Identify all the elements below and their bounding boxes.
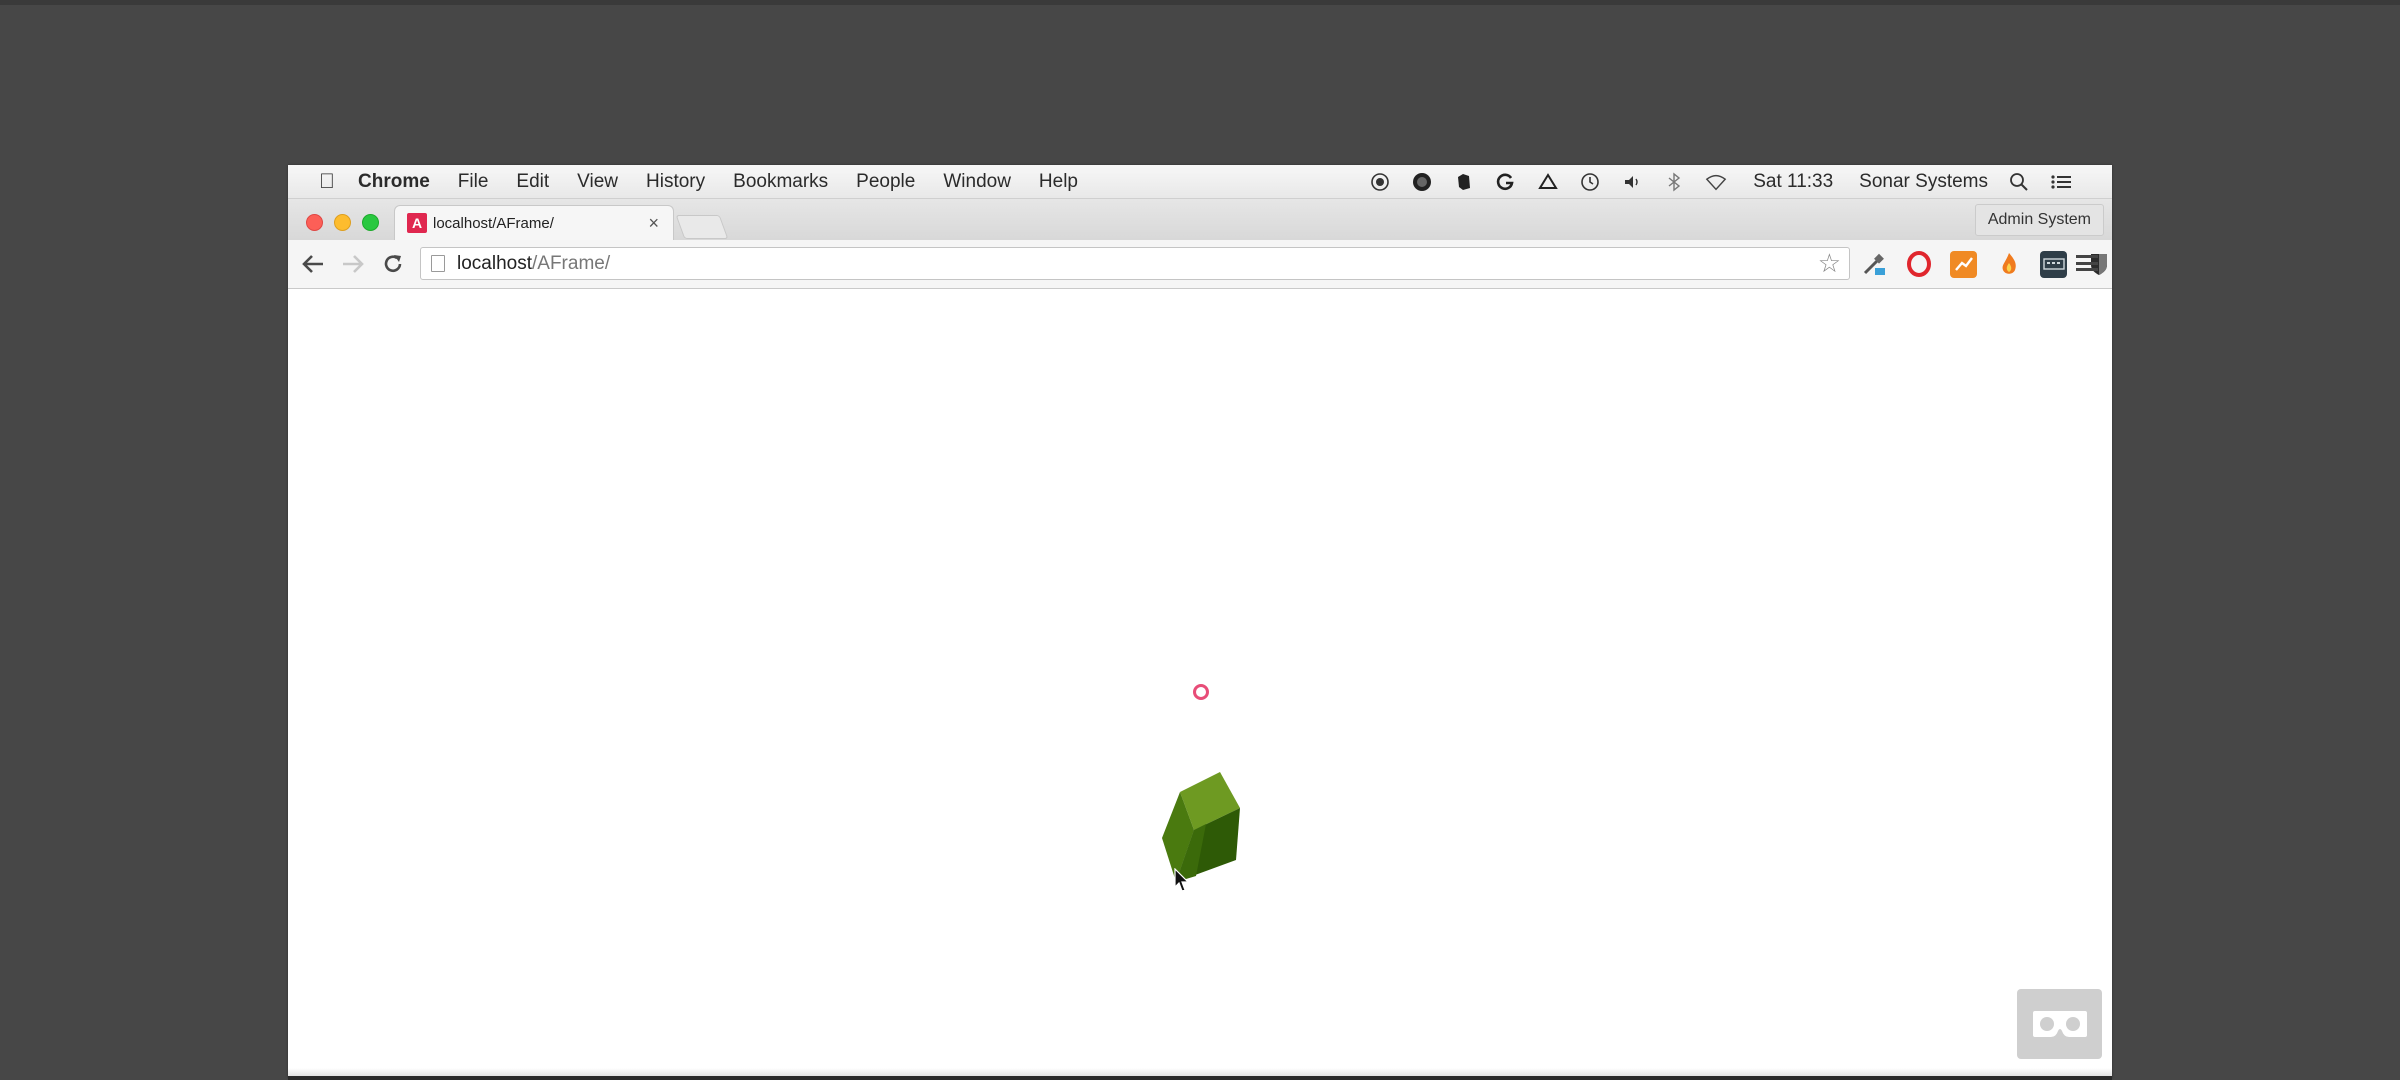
maximize-window-button[interactable] [362,214,379,231]
desktop-background:  Chrome File Edit View History Bookmark… [0,0,2400,1080]
notification-center-icon[interactable] [2050,171,2072,193]
profile-button[interactable]: Admin System [1974,204,2104,236]
back-arrow-icon [302,255,323,273]
menu-view[interactable]: View [577,171,618,193]
record-icon[interactable] [1369,171,1391,193]
url-path: /AFrame/ [532,252,611,274]
menu-bar-clock[interactable]: Sat 11:33 [1753,171,1833,193]
menu-bookmarks[interactable]: Bookmarks [733,171,828,193]
forward-arrow-icon [343,255,364,273]
menu-bar-user[interactable]: Sonar Systems [1859,171,1988,193]
eyedropper-extension-icon[interactable] [1860,251,1887,278]
back-button[interactable] [298,249,328,279]
browser-toolbar: localhost/AFrame/ ☆ [288,240,2112,289]
menu-history[interactable]: History [646,171,705,193]
url-host: localhost [457,252,532,274]
evernote-icon[interactable] [1453,171,1475,193]
analytics-extension-icon[interactable] [1950,250,1977,278]
menu-chrome[interactable]: Chrome [358,171,430,193]
address-bar-url[interactable]: localhost/AFrame/ [457,253,1818,275]
tab-localhost-aframe[interactable]: A localhost/AFrame/ × [394,205,674,240]
extension-icons: B [1860,250,2112,278]
screen-bottom-edge [288,1076,2112,1080]
chrome-menu-icon[interactable] [2076,252,2098,274]
vr-goggles-icon [2032,1011,2087,1037]
new-tab-button[interactable] [675,215,729,239]
spotlight-search-icon[interactable] [2008,171,2030,193]
menu-bar-status-area: Sat 11:33 Sonar Systems [1349,165,2072,198]
menu-window[interactable]: Window [943,171,1011,193]
page-icon [431,255,445,272]
bookmark-star-icon[interactable]: ☆ [1818,248,1841,279]
chrome-window:  Chrome File Edit View History Bookmark… [288,165,2112,1078]
reload-icon [384,255,402,273]
address-bar[interactable]: localhost/AFrame/ ☆ [420,247,1850,280]
menu-help[interactable]: Help [1039,171,1078,193]
aframe-favicon-icon: A [407,213,427,233]
opera-extension-icon[interactable] [1905,251,1932,278]
tab-close-icon[interactable]: × [648,213,659,234]
time-machine-icon[interactable] [1579,171,1601,193]
keyboard-extension-icon[interactable] [2040,250,2067,278]
menu-line [2076,255,2098,258]
enter-vr-button[interactable] [2017,989,2102,1059]
screen-capture-icon[interactable] [1411,171,1433,193]
mac-menu-bar:  Chrome File Edit View History Bookmark… [288,165,2112,199]
screen-top-edge [0,0,2400,5]
mouse-pointer-icon [1174,868,1190,892]
menu-file[interactable]: File [458,171,489,193]
tab-strip: A localhost/AFrame/ × Admin System [288,199,2112,240]
menu-people[interactable]: People [856,171,915,193]
menu-edit[interactable]: Edit [516,171,549,193]
green-cube[interactable] [1148,764,1258,914]
grammarly-icon[interactable] [1495,171,1517,193]
aframe-scene-canvas[interactable] [288,289,2112,1078]
flame-extension-icon[interactable] [1995,251,2022,278]
close-window-button[interactable] [306,214,323,231]
minimize-window-button[interactable] [334,214,351,231]
google-drive-icon[interactable] [1537,171,1559,193]
reload-button[interactable] [378,249,408,279]
menu-line [2076,261,2098,265]
forward-button[interactable] [338,249,368,279]
tab-title: localhost/AFrame/ [433,214,554,232]
volume-icon[interactable] [1621,171,1643,193]
gaze-cursor-reticle [1193,684,1209,700]
wifi-icon[interactable] [1705,171,1727,193]
bluetooth-icon[interactable] [1663,171,1685,193]
menu-line [2076,268,2098,271]
apple-icon[interactable]:  [312,170,342,194]
